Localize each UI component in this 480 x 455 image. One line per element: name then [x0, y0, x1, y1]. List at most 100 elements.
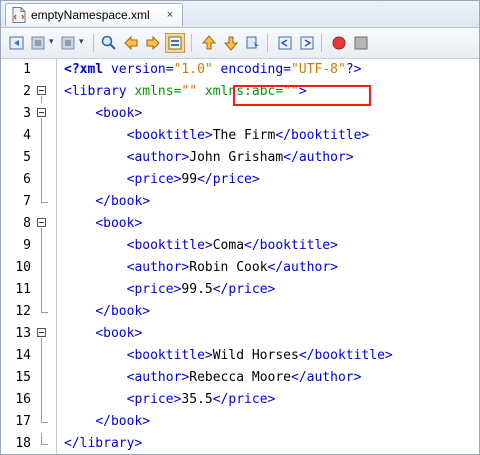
code-text: <book>: [64, 323, 142, 345]
macro-stop-icon[interactable]: [351, 33, 371, 53]
code-token: </booktitle>: [275, 128, 370, 143]
code-token: Coma: [212, 238, 245, 253]
code-line[interactable]: 17 </book>: [1, 411, 479, 433]
line-number: 11: [15, 282, 31, 297]
code-line[interactable]: 8 <book>: [1, 213, 479, 235]
back-icon[interactable]: [7, 33, 27, 53]
code-text: <book>: [64, 103, 142, 125]
next-bookmark-icon[interactable]: [221, 33, 241, 53]
tab-bar: emptyNamespace.xml ×: [1, 1, 479, 28]
code-token: </price>: [212, 392, 276, 407]
next-occurrence-icon[interactable]: [143, 33, 163, 53]
xml-file-icon: [12, 7, 26, 23]
fold-guide: [41, 96, 42, 103]
history-icon[interactable]: [29, 33, 49, 53]
code-line[interactable]: 5 <author>John Grisham</author>: [1, 147, 479, 169]
code-editor[interactable]: 1 <?xml version="1.0" encoding="UTF-8"?> 2…: [1, 59, 479, 454]
code-token: ?>: [345, 62, 362, 77]
code-line[interactable]: 18 </library>: [1, 433, 479, 455]
code-token: xmlns=: [134, 84, 182, 99]
code-line[interactable]: 15 <author>Rebecca Moore</author>: [1, 367, 479, 389]
code-line[interactable]: 14 <booktitle>Wild Horses</booktitle>: [1, 345, 479, 367]
line-number: 1: [23, 62, 31, 77]
search-icon[interactable]: [99, 33, 119, 53]
code-token: <author>: [126, 150, 190, 165]
fold-toggle-icon[interactable]: [37, 86, 46, 95]
code-token: <booktitle>: [126, 128, 213, 143]
fold-guide: [41, 345, 42, 367]
fold-guide: [41, 338, 42, 345]
code-token: Rebecca Moore: [189, 370, 291, 385]
line-number: 9: [23, 238, 31, 253]
code-line[interactable]: 7 </book>: [1, 191, 479, 213]
toolbar-separator: [321, 34, 322, 52]
code-text: <?xml version="1.0" encoding="UTF-8"?>: [64, 59, 361, 81]
code-token: <price>: [126, 282, 182, 297]
line-number: 7: [23, 194, 31, 209]
code-token: <library: [64, 84, 135, 99]
fold-guide: [41, 147, 42, 169]
code-token: John Grisham: [189, 150, 284, 165]
code-token: </book>: [95, 194, 151, 209]
code-token: </price>: [212, 282, 276, 297]
chevron-down-icon[interactable]: ▾: [49, 36, 54, 47]
fold-guide: [41, 257, 42, 279]
fold-guide: [41, 279, 42, 301]
code-line[interactable]: 13 <book>: [1, 323, 479, 345]
xmlns-abc-highlight-box: [233, 85, 371, 106]
code-token: 35.5: [181, 392, 213, 407]
code-token: </booktitle>: [298, 348, 393, 363]
code-text: </library>: [64, 433, 142, 455]
code-token: "": [181, 84, 198, 99]
fold-toggle-icon[interactable]: [37, 108, 46, 117]
code-text: <author>Robin Cook</author>: [64, 257, 338, 279]
code-token: 99: [181, 172, 198, 187]
prev-occurrence-icon[interactable]: [121, 33, 141, 53]
code-line[interactable]: 3 <book>: [1, 103, 479, 125]
code-token: <book>: [95, 106, 143, 121]
fold-toggle-icon[interactable]: [37, 218, 46, 227]
line-number: 13: [15, 326, 31, 341]
code-token: The Firm: [212, 128, 276, 143]
code-text: </book>: [64, 411, 150, 433]
code-line[interactable]: 12 </book>: [1, 301, 479, 323]
shift-right-icon[interactable]: [297, 33, 317, 53]
chevron-down-icon[interactable]: ▾: [79, 36, 84, 47]
code-token: </book>: [95, 304, 151, 319]
code-line[interactable]: 4 <booktitle>The Firm</booktitle>: [1, 125, 479, 147]
code-line[interactable]: 1 <?xml version="1.0" encoding="UTF-8"?>: [1, 59, 479, 81]
code-token: Wild Horses: [212, 348, 299, 363]
fold-toggle-icon[interactable]: [37, 328, 46, 337]
code-token: "UTF-8": [291, 62, 346, 77]
line-number: 15: [15, 370, 31, 385]
macro-record-icon[interactable]: [329, 33, 349, 53]
code-line[interactable]: 10 <author>Robin Cook</author>: [1, 257, 479, 279]
toggle-highlight-icon[interactable]: [165, 33, 185, 53]
line-number: 4: [23, 128, 31, 143]
code-line[interactable]: 16 <price>35.5</price>: [1, 389, 479, 411]
prev-bookmark-icon[interactable]: [199, 33, 219, 53]
code-token: <author>: [126, 260, 190, 275]
toolbar-separator: [93, 34, 94, 52]
close-icon[interactable]: ×: [164, 9, 176, 21]
shift-left-icon[interactable]: [275, 33, 295, 53]
toggle-bookmark-icon[interactable]: [243, 33, 263, 53]
code-line[interactable]: 11 <price>99.5</price>: [1, 279, 479, 301]
tab-emptynamespace-xml[interactable]: emptyNamespace.xml ×: [5, 3, 183, 26]
fold-guide: [41, 125, 42, 147]
code-token: <?xml: [64, 62, 104, 77]
forward-icon[interactable]: [59, 33, 79, 53]
line-number: 8: [23, 216, 31, 231]
code-line[interactable]: 9 <booktitle>Coma</booktitle>: [1, 235, 479, 257]
fold-end-marker: [41, 422, 48, 423]
code-token: Robin Cook: [189, 260, 268, 275]
code-token: </booktitle>: [244, 238, 338, 253]
code-line[interactable]: 6 <price>99</price>: [1, 169, 479, 191]
code-text: <booktitle>Coma</booktitle>: [64, 235, 338, 257]
